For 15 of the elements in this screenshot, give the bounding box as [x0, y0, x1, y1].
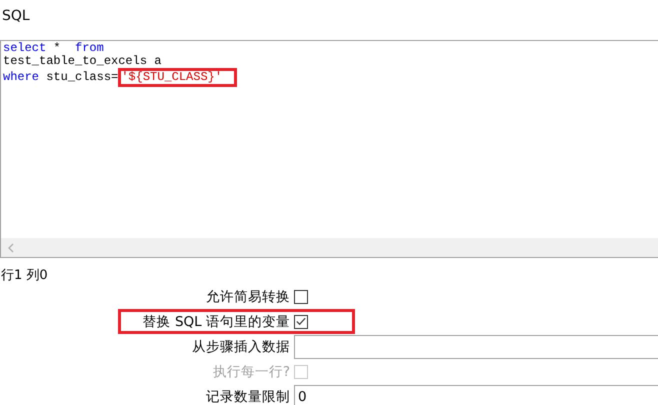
option-label: 允许简易转换 [206, 288, 291, 306]
checkbox[interactable] [294, 290, 308, 304]
option-label: 执行每一行? [212, 362, 291, 380]
code-line: where stu_class= '${STU_CLASS}' [3, 68, 656, 87]
option-label: 记录数量限制 [206, 388, 291, 405]
sql-editor[interactable]: select * from test_table_to_excels a where stu_class= '${STU_CLASS}' [0, 40, 658, 258]
cursor-position: 行1 列0 [0, 267, 49, 280]
input-field[interactable]: 0 [294, 384, 658, 405]
code-line: test_table_to_excels a [3, 55, 162, 68]
checkbox[interactable] [294, 314, 308, 328]
option-label: 替换 SQL 语句里的变量 [142, 312, 291, 330]
option-label: 从步骤插入数据 [192, 338, 291, 356]
scroll-left-icon[interactable] [7, 242, 15, 252]
section-title: SQL [1, 7, 31, 26]
code-line: select * from [3, 42, 105, 55]
